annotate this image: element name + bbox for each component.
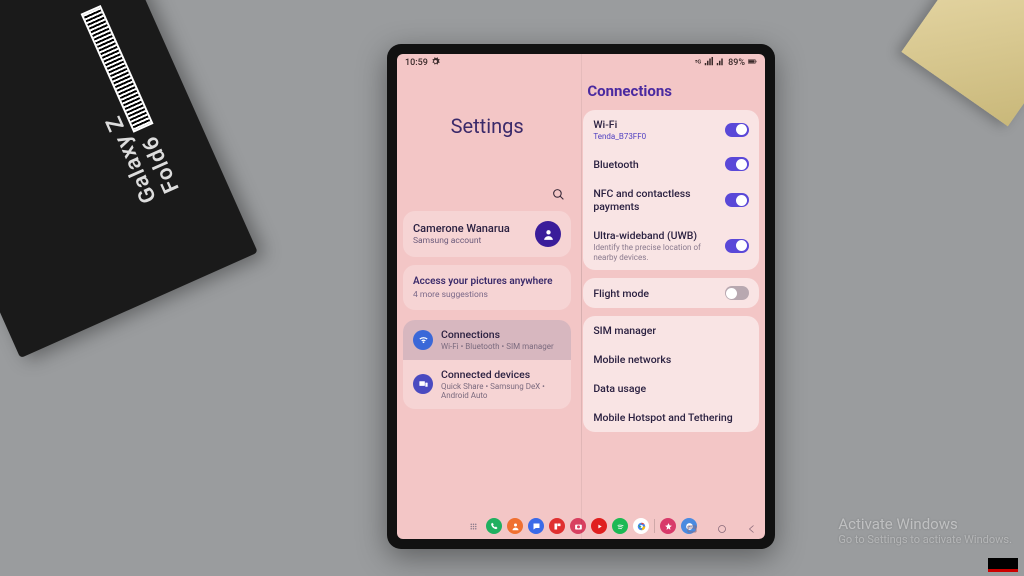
signal-icon-2 bbox=[716, 57, 725, 69]
avatar-icon bbox=[535, 221, 561, 247]
messages-app-icon[interactable] bbox=[528, 518, 544, 534]
row-data-usage[interactable]: Data usage bbox=[583, 374, 759, 403]
status-time: 10:59 bbox=[405, 58, 428, 68]
desk-object bbox=[901, 0, 1024, 126]
row-title: Wi-Fi bbox=[593, 118, 646, 131]
search-icon[interactable] bbox=[552, 186, 565, 205]
settings-menu-list: Connections Wi-Fi • Bluetooth • SIM mana… bbox=[403, 320, 571, 409]
signal-icon bbox=[704, 57, 713, 69]
row-title: NFC and contactless payments bbox=[593, 187, 717, 213]
taskbar bbox=[397, 513, 765, 539]
flipboard-app-icon[interactable] bbox=[549, 518, 565, 534]
windows-activation-watermark: Activate Windows Go to Settings to activ… bbox=[838, 515, 1012, 546]
settings-detail-pane: Connections Wi-Fi Tenda_B73FF0 Bluetooth bbox=[577, 72, 765, 513]
apps-drawer-icon[interactable] bbox=[465, 518, 481, 534]
chrome-app-icon[interactable] bbox=[633, 518, 649, 534]
row-mobile-networks[interactable]: Mobile networks bbox=[583, 345, 759, 374]
uwb-toggle[interactable] bbox=[725, 239, 749, 253]
recents-button[interactable] bbox=[685, 520, 699, 532]
menu-item-connected-devices[interactable]: Connected devices Quick Share • Samsung … bbox=[403, 360, 571, 409]
row-title: Flight mode bbox=[593, 287, 649, 300]
camera-app-icon[interactable] bbox=[570, 518, 586, 534]
wifi-toggle[interactable] bbox=[725, 123, 749, 137]
channel-logo bbox=[988, 558, 1018, 572]
menu-item-sub: Wi-Fi • Bluetooth • SIM manager bbox=[441, 342, 554, 352]
row-sub: Tenda_B73FF0 bbox=[593, 132, 646, 141]
devices-icon bbox=[413, 374, 433, 394]
battery-text: 89% bbox=[728, 58, 745, 68]
nfc-toggle[interactable] bbox=[725, 193, 749, 207]
menu-item-title: Connections bbox=[441, 328, 554, 341]
phone-device: 10:59 ⁵ᴳ 89% Settings Camerone Wa bbox=[387, 44, 775, 549]
row-desc: Identify the precise location of nearby … bbox=[593, 243, 717, 262]
suggestion-title: Access your pictures anywhere bbox=[413, 275, 561, 288]
watermark-title: Activate Windows bbox=[838, 515, 1012, 533]
nav-buttons bbox=[685, 520, 759, 532]
connections-group-1: Wi-Fi Tenda_B73FF0 Bluetooth NFC and con… bbox=[583, 110, 759, 270]
youtube-app-icon[interactable] bbox=[591, 518, 607, 534]
connections-group-2: Flight mode bbox=[583, 278, 759, 308]
flight-mode-toggle[interactable] bbox=[725, 286, 749, 300]
row-sim-manager[interactable]: SIM manager bbox=[583, 316, 759, 345]
menu-item-title: Connected devices bbox=[441, 368, 561, 381]
wifi-icon bbox=[413, 330, 433, 350]
settings-master-pane: Settings Camerone Wanarua Samsung accoun… bbox=[397, 72, 577, 513]
account-card[interactable]: Camerone Wanarua Samsung account bbox=[403, 211, 571, 257]
contacts-app-icon[interactable] bbox=[507, 518, 523, 534]
row-hotspot[interactable]: Mobile Hotspot and Tethering bbox=[583, 403, 759, 432]
home-button[interactable] bbox=[715, 520, 729, 532]
account-name: Camerone Wanarua bbox=[413, 222, 510, 235]
dock-divider bbox=[654, 519, 655, 533]
page-header: Connections bbox=[583, 72, 759, 110]
row-flight-mode[interactable]: Flight mode bbox=[583, 278, 759, 308]
product-box: Galaxy Z Fold6 bbox=[0, 0, 258, 358]
suggestion-sub: 4 more suggestions bbox=[413, 290, 561, 300]
gallery-app-icon[interactable] bbox=[660, 518, 676, 534]
volte-icon: ⁵ᴳ bbox=[695, 59, 701, 67]
row-title: Mobile Hotspot and Tethering bbox=[593, 411, 732, 424]
row-wifi[interactable]: Wi-Fi Tenda_B73FF0 bbox=[583, 110, 759, 149]
suggestion-card[interactable]: Access your pictures anywhere 4 more sug… bbox=[403, 265, 571, 310]
spotify-app-icon[interactable] bbox=[612, 518, 628, 534]
row-title: Mobile networks bbox=[593, 353, 671, 366]
row-title: SIM manager bbox=[593, 324, 656, 337]
back-button[interactable] bbox=[745, 520, 759, 532]
row-nfc[interactable]: NFC and contactless payments bbox=[583, 179, 759, 221]
account-sub: Samsung account bbox=[413, 236, 510, 246]
menu-item-connections[interactable]: Connections Wi-Fi • Bluetooth • SIM mana… bbox=[403, 320, 571, 360]
phone-app-icon[interactable] bbox=[486, 518, 502, 534]
status-bar: 10:59 ⁵ᴳ 89% bbox=[397, 54, 765, 72]
battery-icon bbox=[748, 57, 757, 69]
settings-gear-icon bbox=[431, 57, 440, 69]
row-uwb[interactable]: Ultra-wideband (UWB) Identify the precis… bbox=[583, 221, 759, 270]
phone-screen: 10:59 ⁵ᴳ 89% Settings Camerone Wa bbox=[397, 54, 765, 539]
connections-group-3: SIM manager Mobile networks Data usage M… bbox=[583, 316, 759, 432]
settings-title: Settings bbox=[403, 114, 571, 138]
row-bluetooth[interactable]: Bluetooth bbox=[583, 149, 759, 179]
menu-item-sub: Quick Share • Samsung DeX • Android Auto bbox=[441, 382, 561, 401]
row-title: Bluetooth bbox=[593, 158, 638, 171]
watermark-sub: Go to Settings to activate Windows. bbox=[838, 533, 1012, 546]
row-title: Data usage bbox=[593, 382, 646, 395]
row-title: Ultra-wideband (UWB) bbox=[593, 229, 717, 242]
bluetooth-toggle[interactable] bbox=[725, 157, 749, 171]
